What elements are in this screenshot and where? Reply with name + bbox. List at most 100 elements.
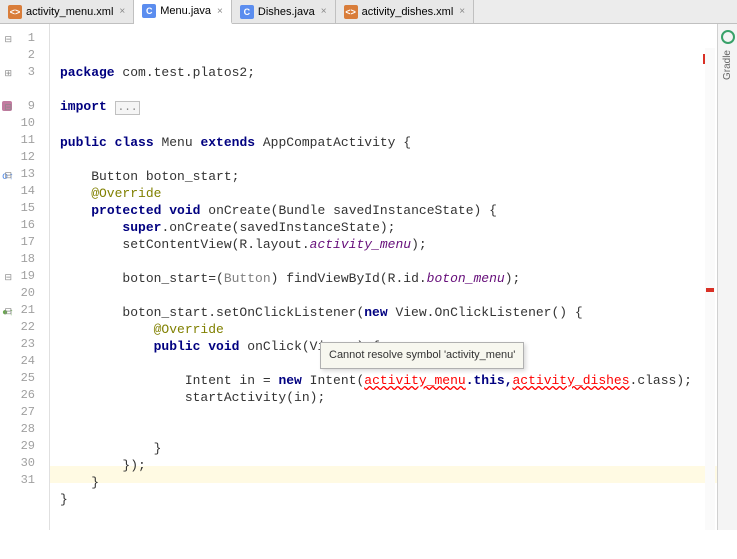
brace4: } xyxy=(60,492,68,507)
fold-toggle-icon[interactable]: ⊞ xyxy=(2,66,12,76)
brace3: } xyxy=(60,475,99,490)
error-stripe[interactable] xyxy=(705,48,715,530)
line-number: 19⊟ xyxy=(0,268,49,285)
kw-void2: void xyxy=(208,339,239,354)
line-number: 20 xyxy=(0,285,49,302)
line-number: 12 xyxy=(0,149,49,166)
close-icon[interactable]: × xyxy=(321,6,327,17)
cast-button: Button xyxy=(224,271,271,286)
kw-protected: protected xyxy=(91,203,161,218)
xml-file-icon: <> xyxy=(344,5,358,19)
line-number: 11 xyxy=(0,132,49,149)
line-number: 10 xyxy=(0,115,49,132)
findviewbyid: ) findViewById(R.id. xyxy=(271,271,427,286)
kw-public2: public xyxy=(154,339,201,354)
annotation-override: @Override xyxy=(60,186,161,201)
xml-file-icon: <> xyxy=(8,5,22,19)
tab-activity_menu-xml[interactable]: <> activity_menu.xml × xyxy=(0,0,134,23)
extends-name: AppCompatActivity { xyxy=(255,135,411,150)
kw-void: void xyxy=(169,203,200,218)
kw-new2: new xyxy=(278,373,301,388)
line-number: 23 xyxy=(0,336,49,353)
tab-label: activity_menu.xml xyxy=(26,6,113,18)
line-number: 14 xyxy=(0,183,49,200)
line-number: 21●↑⊟ xyxy=(0,302,49,319)
gradle-icon[interactable] xyxy=(721,30,735,44)
tab-label: Menu.java xyxy=(160,5,211,17)
kw-super: super xyxy=(122,220,161,235)
line-number: 29 xyxy=(0,438,49,455)
close-icon[interactable]: × xyxy=(217,6,223,17)
error-activity-menu: activity_menu xyxy=(364,373,465,388)
fold-toggle-icon[interactable]: ⊟ xyxy=(2,304,12,314)
tab-label: activity_dishes.xml xyxy=(362,6,454,18)
line-number: 22 xyxy=(0,319,49,336)
close-paren2: ); xyxy=(505,271,521,286)
line-number: 25 xyxy=(0,370,49,387)
brace2: }); xyxy=(60,458,146,473)
line-number: 24 xyxy=(0,353,49,370)
fold-imports[interactable]: ... xyxy=(115,101,141,115)
line-number: 1⊟ xyxy=(0,30,49,47)
startactivity: startActivity(in); xyxy=(60,390,325,405)
fold-toggle-icon[interactable]: ⊟ xyxy=(2,32,12,42)
fold-toggle-icon[interactable]: ⊟ xyxy=(2,270,12,280)
brace1: } xyxy=(60,441,161,456)
keyword-package: package xyxy=(60,65,115,80)
class-suffix: .class); xyxy=(630,373,692,388)
line-number: 26 xyxy=(0,387,49,404)
line-number: 16 xyxy=(0,217,49,234)
tab-Dishes-java[interactable]: C Dishes.java × xyxy=(232,0,336,23)
line-number: 28 xyxy=(0,421,49,438)
kw-extends: extends xyxy=(200,135,255,150)
close-paren: ); xyxy=(411,237,427,252)
tab-label: Dishes.java xyxy=(258,6,315,18)
error-tooltip: Cannot resolve symbol 'activity_menu' xyxy=(320,342,524,369)
ref-activity-menu: activity_menu xyxy=(310,237,411,252)
line-number: 27 xyxy=(0,404,49,421)
editor-tabs: <> activity_menu.xml × C Menu.java × C Dishes.j… xyxy=(0,0,737,24)
setcontentview: setContentView(R.layout. xyxy=(60,237,310,252)
side-toolbar: Gradle xyxy=(717,24,737,530)
line-number: 31 xyxy=(0,472,49,489)
ref-boton-menu: boton_menu xyxy=(427,271,505,286)
package-name: com.test.platos2; xyxy=(115,65,255,80)
view-listener: View.OnClickListener() { xyxy=(388,305,583,320)
kw-public: public xyxy=(60,135,107,150)
close-icon[interactable]: × xyxy=(119,6,125,17)
line-gutter: 1⊟23⊞9⊟10111213o↑⊟141516171819⊟2021●↑⊟22… xyxy=(0,24,50,530)
java-file-icon: C xyxy=(142,4,156,18)
method-oncreate: onCreate(Bundle savedInstanceState) { xyxy=(200,203,496,218)
line-number: 13o↑⊟ xyxy=(0,166,49,183)
fold-toggle-icon[interactable]: ⊟ xyxy=(2,100,12,110)
line-number: 18 xyxy=(0,251,49,268)
line-number: 15 xyxy=(0,200,49,217)
intent-decl: Intent in = xyxy=(60,373,278,388)
setonclick: boton_start.setOnClickListener( xyxy=(60,305,364,320)
keyword-import: import xyxy=(60,99,107,114)
intent-open: Intent( xyxy=(302,373,364,388)
line-number xyxy=(0,81,49,98)
field-decl: Button boton_start; xyxy=(60,169,239,184)
super-call: .onCreate(savedInstanceState); xyxy=(161,220,395,235)
fold-toggle-icon[interactable]: ⊟ xyxy=(2,168,12,178)
kw-class: class xyxy=(115,135,154,150)
kw-new: new xyxy=(364,305,387,320)
tab-Menu-java[interactable]: C Menu.java × xyxy=(134,0,232,24)
kw-this: .this, xyxy=(466,373,513,388)
java-file-icon: C xyxy=(240,5,254,19)
error-activity-dishes: activity_dishes xyxy=(513,373,630,388)
boton-assign: boton_start=( xyxy=(60,271,224,286)
line-number: 30 xyxy=(0,455,49,472)
error-mark[interactable] xyxy=(706,288,714,292)
code-content[interactable]: package com.test.platos2; import ... pub… xyxy=(50,24,737,530)
class-name: Menu xyxy=(154,135,201,150)
line-number: 9⊟ xyxy=(0,98,49,115)
tab-activity_dishes-xml[interactable]: <> activity_dishes.xml × xyxy=(336,0,475,23)
line-number: 2 xyxy=(0,47,49,64)
gradle-label[interactable]: Gradle xyxy=(722,50,733,80)
annotation-override2: @Override xyxy=(60,322,224,337)
close-icon[interactable]: × xyxy=(459,6,465,17)
editor-area: 1⊟23⊞9⊟10111213o↑⊟141516171819⊟2021●↑⊟22… xyxy=(0,24,737,530)
line-number: 3⊞ xyxy=(0,64,49,81)
